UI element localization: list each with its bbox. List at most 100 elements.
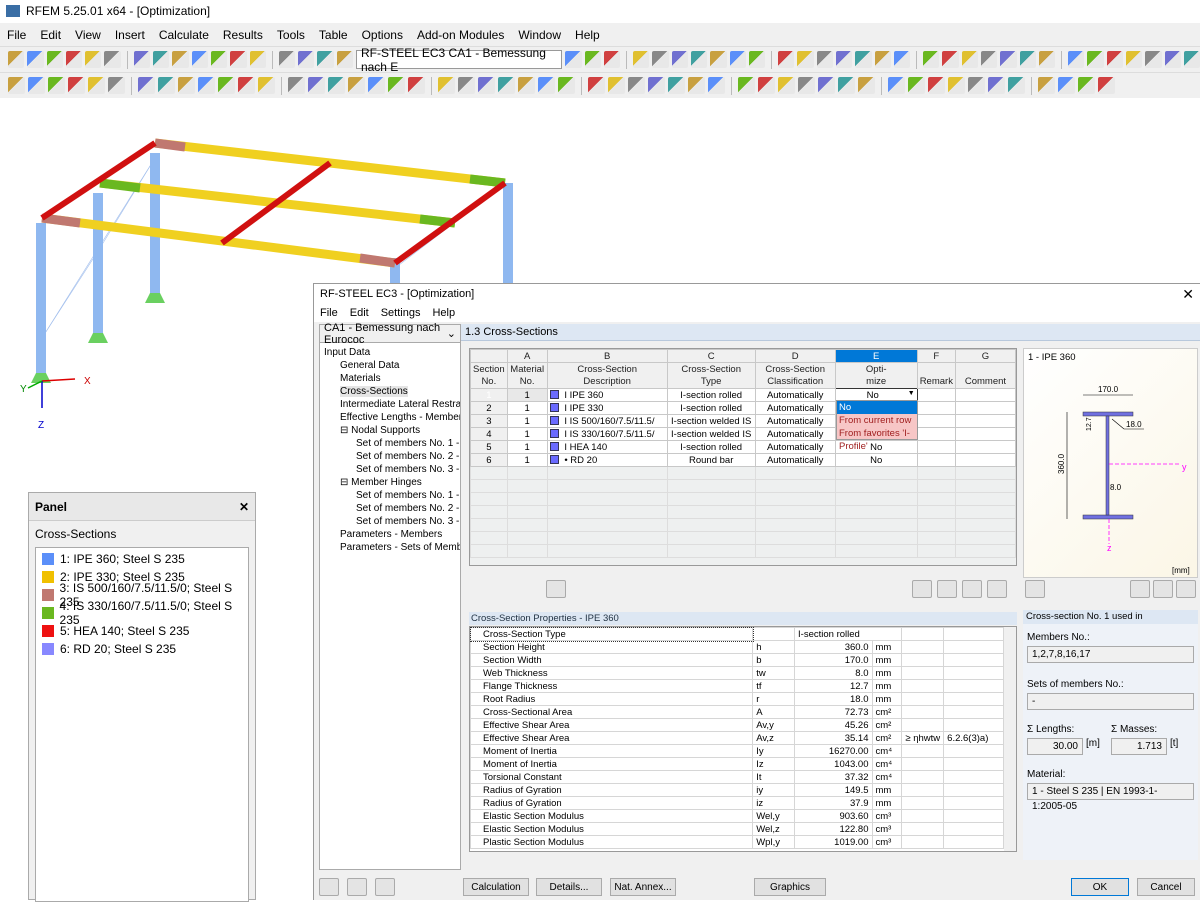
table-row[interactable]: 6 1 • RD 20 Round bar Automatically No xyxy=(470,453,1017,467)
details-button[interactable]: Details... xyxy=(536,878,602,896)
material-no-cell[interactable]: 1 xyxy=(506,427,548,441)
menu-window[interactable]: Window xyxy=(511,28,568,42)
type-cell[interactable]: I-section rolled xyxy=(666,388,756,402)
remark-cell[interactable] xyxy=(916,427,956,441)
dimension-icon[interactable] xyxy=(1129,580,1150,598)
toolbar-tool-icon[interactable] xyxy=(108,77,125,94)
toolbar-tool-icon[interactable] xyxy=(608,77,625,94)
toolbar-tool-icon[interactable] xyxy=(28,77,45,94)
remark-cell[interactable] xyxy=(916,401,956,415)
comment-cell[interactable] xyxy=(954,440,1017,454)
toolbar-tool-icon[interactable] xyxy=(968,77,985,94)
import-icon[interactable] xyxy=(347,878,367,896)
dropdown-arrow-icon[interactable]: ▼ xyxy=(908,390,915,397)
tree-item[interactable]: Set of members No. 1 - Sta xyxy=(320,489,460,502)
toolbar-tool-icon[interactable] xyxy=(133,51,151,68)
toolbar-tool-icon[interactable] xyxy=(816,51,833,68)
toolbar-tool-icon[interactable] xyxy=(1058,77,1075,94)
toolbar-tool-icon[interactable] xyxy=(230,51,247,68)
toolbar-tool-icon[interactable] xyxy=(729,51,746,68)
menu-results[interactable]: Results xyxy=(216,28,270,42)
type-cell[interactable]: I-section welded IS xyxy=(666,414,756,428)
collapse-icon[interactable]: ⊟ xyxy=(340,477,351,488)
section-no-cell[interactable]: 5 xyxy=(470,440,508,454)
toolbar-tool-icon[interactable] xyxy=(278,51,296,68)
table-row[interactable]: 1 1 I IPE 360 I-section rolled Automaticall… xyxy=(470,388,1017,402)
collapse-icon[interactable]: ⊟ xyxy=(340,425,351,436)
zoom-icon[interactable] xyxy=(1176,580,1196,598)
toolbar-tool-icon[interactable] xyxy=(558,77,575,94)
toolbar-tool-icon[interactable] xyxy=(68,77,85,94)
tree-item[interactable]: Set of members No. 1 - Sta xyxy=(320,437,460,450)
table-row[interactable]: 5 1 I HEA 140 I-section rolled Automaticall… xyxy=(470,440,1017,454)
toolbar-tool-icon[interactable] xyxy=(191,51,208,68)
toolbar-tool-icon[interactable] xyxy=(210,51,228,68)
material-no-cell[interactable]: 1 xyxy=(506,388,548,402)
close-icon[interactable]: ✕ xyxy=(1182,286,1194,303)
toolbar-tool-icon[interactable] xyxy=(565,51,582,68)
menu-options[interactable]: Options xyxy=(355,28,410,42)
comment-cell[interactable] xyxy=(954,401,1017,415)
menu-view[interactable]: View xyxy=(68,28,108,42)
toolbar-tool-icon[interactable] xyxy=(298,51,315,68)
toolbar-tool-icon[interactable] xyxy=(88,77,105,94)
tree-item[interactable]: Parameters - Members xyxy=(320,528,460,541)
toolbar-tool-icon[interactable] xyxy=(249,51,266,68)
menu-add-on-modules[interactable]: Add-on Modules xyxy=(410,28,511,42)
classification-cell[interactable]: Automatically xyxy=(754,401,836,415)
tree-item[interactable]: General Data xyxy=(320,359,460,372)
description-cell[interactable]: • RD 20 xyxy=(546,453,668,467)
tree-item[interactable]: Set of members No. 2 - Sta xyxy=(320,450,460,463)
select-icon[interactable] xyxy=(962,580,982,598)
type-cell[interactable]: Round bar xyxy=(666,453,756,467)
calculation-button[interactable]: Calculation xyxy=(463,878,529,896)
menu-edit[interactable]: Edit xyxy=(33,28,68,42)
toolbar-tool-icon[interactable] xyxy=(948,77,965,94)
toolbar-tool-icon[interactable] xyxy=(874,51,891,68)
classification-cell[interactable]: Automatically xyxy=(754,453,836,467)
column-letter[interactable]: B xyxy=(546,349,668,363)
toolbar-tool-icon[interactable] xyxy=(498,77,515,94)
toolbar-tool-icon[interactable] xyxy=(836,51,853,68)
dialog-menu-help[interactable]: Help xyxy=(426,307,461,319)
toolbar-tool-icon[interactable] xyxy=(388,77,405,94)
dialog-menu-edit[interactable]: Edit xyxy=(344,307,375,319)
toolbar-tool-icon[interactable] xyxy=(1068,51,1085,68)
toolbar-tool-icon[interactable] xyxy=(1019,51,1036,68)
menu-calculate[interactable]: Calculate xyxy=(152,28,216,42)
toolbar-tool-icon[interactable] xyxy=(888,77,905,94)
description-cell[interactable]: I IPE 360 xyxy=(546,388,668,402)
toolbar-tool-icon[interactable] xyxy=(633,51,650,68)
national-annex-button[interactable]: Nat. Annex... xyxy=(610,878,676,896)
toolbar-tool-icon[interactable] xyxy=(908,77,925,94)
column-letter[interactable]: D xyxy=(754,349,836,363)
tree-item[interactable]: Cross-Sections xyxy=(320,385,460,398)
section-no-cell[interactable]: 3 xyxy=(470,414,508,428)
toolbar-tool-icon[interactable] xyxy=(1106,51,1124,68)
comment-cell[interactable] xyxy=(954,427,1017,441)
toolbar-tool-icon[interactable] xyxy=(923,51,940,68)
description-cell[interactable]: I IPE 330 xyxy=(546,401,668,415)
toolbar-tool-icon[interactable] xyxy=(27,51,44,68)
help-icon[interactable] xyxy=(319,878,339,896)
column-letter[interactable]: F xyxy=(916,349,956,363)
toolbar-tool-icon[interactable] xyxy=(652,51,669,68)
library-icon[interactable] xyxy=(546,580,566,598)
toolbar-tool-icon[interactable] xyxy=(858,77,875,94)
toolbar-tool-icon[interactable] xyxy=(671,51,688,68)
description-cell[interactable]: I HEA 140 xyxy=(546,440,668,454)
remark-cell[interactable] xyxy=(916,440,956,454)
tree-item[interactable]: Set of members No. 2 - Sta xyxy=(320,502,460,515)
view-icon[interactable] xyxy=(987,580,1007,598)
toolbar-tool-icon[interactable] xyxy=(1078,77,1095,94)
toolbar-tool-icon[interactable] xyxy=(758,77,775,94)
toolbar-tool-icon[interactable] xyxy=(603,51,621,68)
toolbar-tool-icon[interactable] xyxy=(1145,51,1162,68)
comment-cell[interactable] xyxy=(954,388,1017,402)
graphics-button[interactable]: Graphics xyxy=(754,878,826,896)
export-icon[interactable] xyxy=(937,580,957,598)
table-row[interactable]: 3 1 I IS 500/160/7.5/11.5/I-section welde… xyxy=(470,414,1017,428)
toolbar-tool-icon[interactable] xyxy=(46,51,63,68)
case-combo[interactable]: CA1 - Bemessung nach Eurococ ⌄ xyxy=(320,322,460,346)
section-no-cell[interactable]: 2 xyxy=(470,401,508,415)
